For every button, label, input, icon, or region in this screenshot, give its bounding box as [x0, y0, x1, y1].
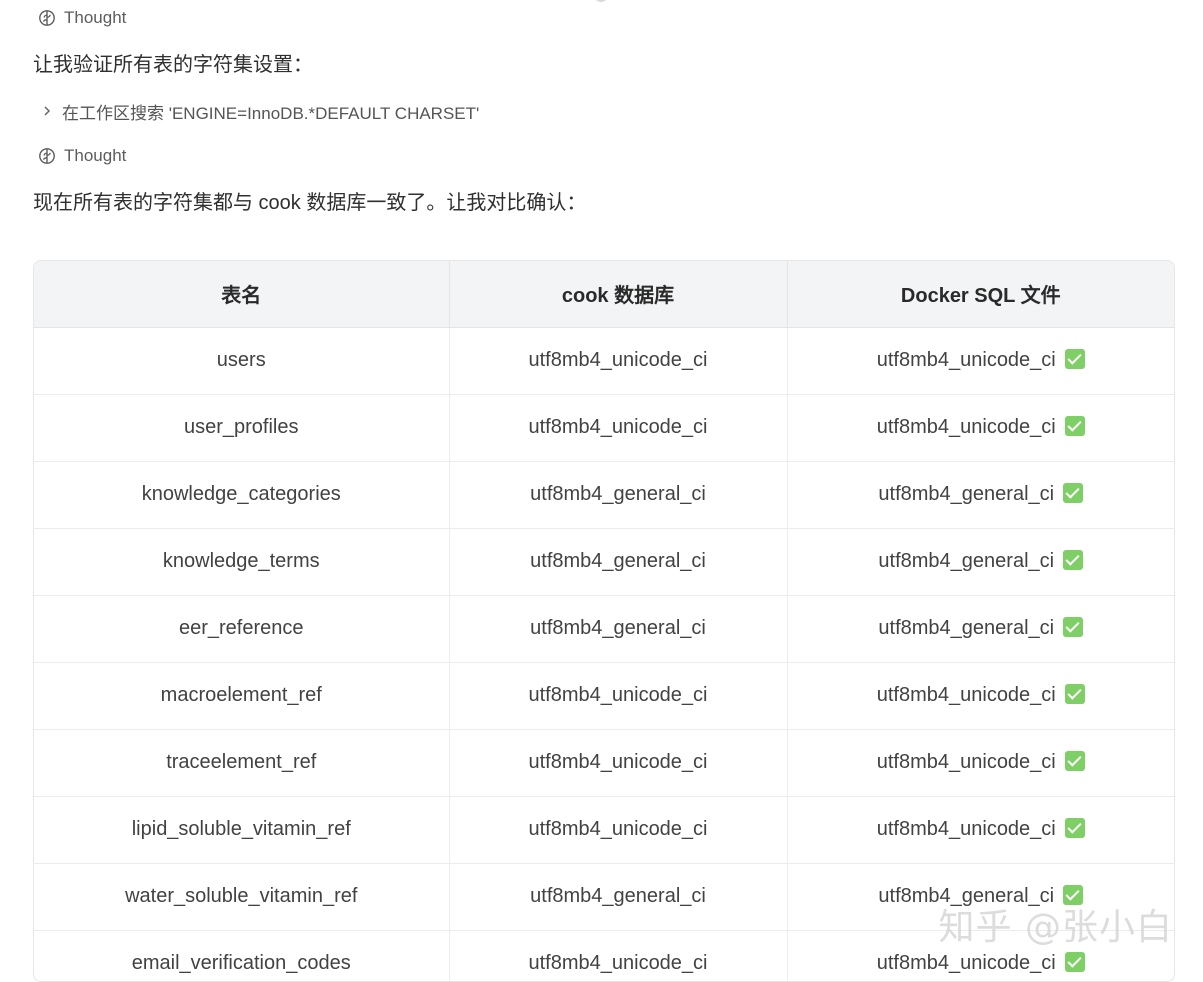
search-action-text: 在工作区搜索 'ENGINE=InnoDB.*DEFAULT CHARSET': [62, 103, 480, 123]
cook-charset-cell: utf8mb4_general_ci: [449, 863, 788, 931]
docker-charset-cell: utf8mb4_unicode_ci: [787, 662, 1174, 730]
column-header-table-name: 表名: [34, 261, 450, 328]
column-header-docker-sql: Docker SQL 文件: [787, 261, 1174, 328]
table-name-cell: knowledge_categories: [34, 461, 450, 529]
docker-charset-cell: utf8mb4_general_ci: [787, 528, 1174, 596]
top-fragment: [594, 0, 608, 2]
green-check-icon: [1064, 751, 1085, 771]
table-name-cell: macroelement_ref: [34, 662, 450, 730]
docker-charset-text: utf8mb4_general_ci: [878, 483, 1055, 505]
brain-icon: [38, 147, 56, 165]
docker-charset-cell: utf8mb4_general_ci: [787, 863, 1174, 931]
table-name-cell: water_soluble_vitamin_ref: [34, 863, 450, 931]
table-row: eer_reference utf8mb4_general_ci utf8mb4…: [34, 595, 1174, 663]
table-name-cell: email_verification_codes: [34, 930, 450, 981]
thought-label: Thought: [64, 146, 127, 165]
green-check-icon: [1063, 885, 1084, 905]
table-name-cell: user_profiles: [34, 394, 450, 462]
table-row: user_profiles utf8mb4_unicode_ci utf8mb4…: [34, 394, 1174, 462]
green-check-icon: [1063, 483, 1084, 503]
table-row: knowledge_terms utf8mb4_general_ci utf8m…: [34, 528, 1174, 596]
docker-charset-text: utf8mb4_unicode_ci: [876, 751, 1056, 773]
cook-charset-cell: utf8mb4_unicode_ci: [449, 394, 788, 462]
cook-charset-cell: utf8mb4_unicode_ci: [449, 327, 788, 395]
cook-charset-cell: utf8mb4_unicode_ci: [449, 796, 788, 864]
docker-charset-text: utf8mb4_unicode_ci: [876, 684, 1056, 706]
docker-charset-cell: utf8mb4_unicode_ci: [787, 930, 1174, 981]
table-row: macroelement_ref utf8mb4_unicode_ci utf8…: [34, 662, 1174, 730]
assistant-message: 现在所有表的字符集都与 cook 数据库一致了。让我对比确认：: [33, 192, 587, 214]
docker-charset-cell: utf8mb4_general_ci: [787, 595, 1174, 663]
docker-charset-text: utf8mb4_unicode_ci: [876, 416, 1056, 438]
table-row: knowledge_categories utf8mb4_general_ci …: [34, 461, 1174, 529]
table-name-cell: knowledge_terms: [34, 528, 450, 596]
table-name-cell: users: [34, 327, 450, 395]
green-check-icon: [1064, 684, 1085, 704]
docker-charset-text: utf8mb4_unicode_ci: [876, 818, 1056, 840]
docker-charset-text: utf8mb4_unicode_ci: [876, 952, 1056, 974]
table-name-cell: traceelement_ref: [34, 729, 450, 797]
thought-toggle[interactable]: Thought: [38, 7, 126, 29]
brain-icon: [38, 9, 56, 27]
green-check-icon: [1063, 550, 1084, 570]
docker-charset-cell: utf8mb4_unicode_ci: [787, 394, 1174, 462]
thought-toggle[interactable]: Thought: [38, 145, 126, 167]
cook-charset-cell: utf8mb4_unicode_ci: [449, 729, 788, 797]
column-header-cook-db: cook 数据库: [449, 261, 788, 328]
table-row: water_soluble_vitamin_ref utf8mb4_genera…: [34, 863, 1174, 931]
docker-charset-cell: utf8mb4_general_ci: [787, 461, 1174, 529]
cook-charset-cell: utf8mb4_unicode_ci: [449, 662, 788, 730]
assistant-message: 让我验证所有表的字符集设置：: [33, 54, 313, 76]
table-header-row: 表名 cook 数据库 Docker SQL 文件: [34, 261, 1174, 328]
docker-charset-cell: utf8mb4_unicode_ci: [787, 796, 1174, 864]
docker-charset-text: utf8mb4_general_ci: [878, 885, 1055, 907]
charset-comparison-table: 表名 cook 数据库 Docker SQL 文件 users utf8mb4_…: [33, 260, 1175, 982]
chevron-right-icon[interactable]: [40, 104, 54, 118]
green-check-icon: [1064, 818, 1085, 838]
green-check-icon: [1064, 952, 1085, 972]
table-row: lipid_soluble_vitamin_ref utf8mb4_unicod…: [34, 796, 1174, 864]
docker-charset-text: utf8mb4_unicode_ci: [876, 349, 1056, 371]
green-check-icon: [1064, 416, 1085, 436]
green-check-icon: [1064, 349, 1085, 369]
table-row: users utf8mb4_unicode_ci utf8mb4_unicode…: [34, 327, 1174, 395]
green-check-icon: [1063, 617, 1084, 637]
docker-charset-text: utf8mb4_general_ci: [878, 550, 1055, 572]
cook-charset-cell: utf8mb4_general_ci: [449, 595, 788, 663]
cook-charset-cell: utf8mb4_unicode_ci: [449, 930, 788, 981]
table-row: traceelement_ref utf8mb4_unicode_ci utf8…: [34, 729, 1174, 797]
search-action-row[interactable]: 在工作区搜索 'ENGINE=InnoDB.*DEFAULT CHARSET': [40, 99, 479, 123]
docker-charset-cell: utf8mb4_unicode_ci: [787, 729, 1174, 797]
thought-label: Thought: [64, 8, 127, 27]
table-name-cell: eer_reference: [34, 595, 450, 663]
table-row: email_verification_codes utf8mb4_unicode…: [34, 930, 1174, 981]
cook-charset-cell: utf8mb4_general_ci: [449, 461, 788, 529]
cook-charset-cell: utf8mb4_general_ci: [449, 528, 788, 596]
table-name-cell: lipid_soluble_vitamin_ref: [34, 796, 450, 864]
docker-charset-text: utf8mb4_general_ci: [878, 617, 1055, 639]
docker-charset-cell: utf8mb4_unicode_ci: [787, 327, 1174, 395]
